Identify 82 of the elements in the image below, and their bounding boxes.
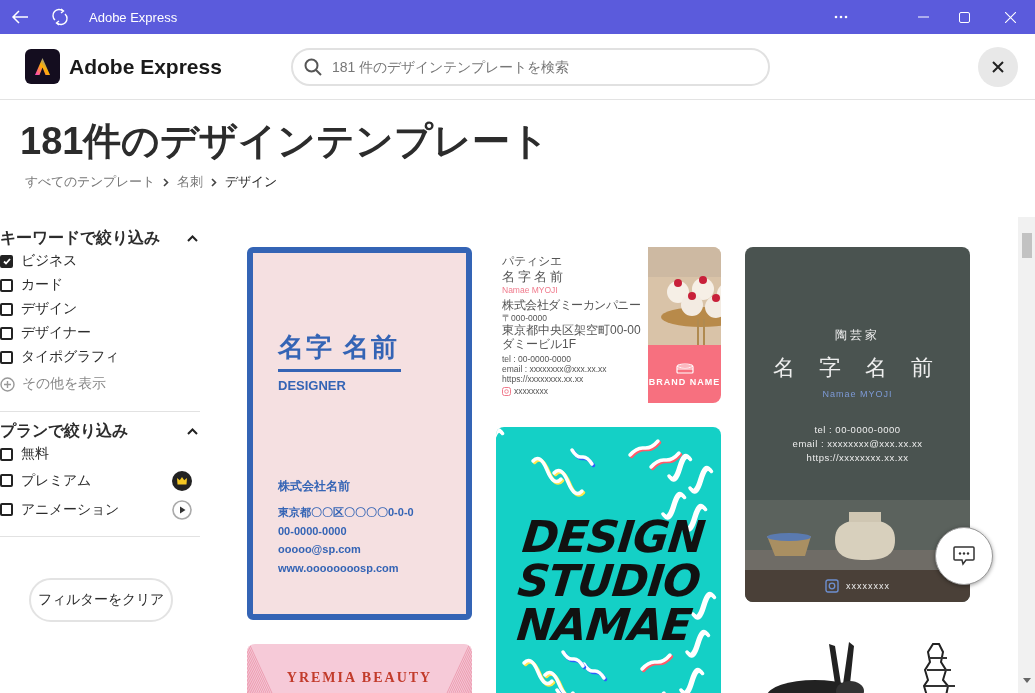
- checkbox[interactable]: [0, 278, 13, 292]
- filter-option-label[interactable]: 無料: [21, 445, 49, 463]
- card-contact: email : xxxxxxxx@xxx.xx.xx: [792, 437, 923, 451]
- cake-icon: [675, 361, 694, 374]
- card-company: 株式会社ダミーカンパニー: [502, 298, 641, 313]
- card-contact: tel : 00-0000-0000: [813, 423, 902, 437]
- template-card[interactable]: DESIGN STUDIO NAMAE: [496, 427, 721, 693]
- chevron-icon: [163, 177, 169, 187]
- template-card[interactable]: YREMIA BEAUTY: [247, 644, 472, 693]
- clear-filters-button[interactable]: フィルターをクリア: [29, 578, 173, 622]
- search-icon: [303, 57, 322, 76]
- checkbox[interactable]: [0, 503, 13, 516]
- card-detail: ooooo@sp.com: [278, 542, 362, 557]
- app-name: Adobe Express: [69, 54, 222, 79]
- back-icon[interactable]: [11, 10, 29, 24]
- template-card[interactable]: 名字 名前 DESIGNER 株式会社名前 東京都〇〇区〇〇〇〇0-0-0 00-0000-0000 ooooo@sp.com www.oooooooosp.com: [247, 247, 472, 620]
- card-company: 株式会社名前: [278, 478, 351, 495]
- card-name: 名字 名前: [278, 331, 401, 364]
- card-brand-name: BRAND NAME: [648, 376, 721, 387]
- close-icon: [992, 60, 1004, 73]
- maximize-icon[interactable]: [959, 11, 970, 23]
- card-contact: email : xxxxxxxx@xxx.xx.xx: [502, 363, 608, 374]
- card-role: パティシエ: [502, 254, 563, 269]
- filter-option-label[interactable]: アニメーション: [21, 500, 119, 519]
- checkbox[interactable]: [0, 350, 13, 364]
- card-romaji: Namae MYOJI: [502, 285, 559, 296]
- app-logo-icon[interactable]: [25, 49, 60, 84]
- card-handle: xxxxxxxx: [514, 386, 548, 397]
- crown-icon: [172, 470, 192, 491]
- filter-option-label[interactable]: デザイナー: [21, 324, 91, 342]
- card-romaji: Namae MYOJI: [822, 389, 893, 399]
- card-name: 名字名前: [502, 269, 567, 285]
- checkbox[interactable]: [0, 447, 13, 461]
- card-detail: 00-0000-0000: [278, 523, 348, 539]
- card-name: 名 字 名 前: [772, 354, 943, 382]
- card-brand-name: YREMIA BEAUTY: [286, 670, 433, 687]
- filter-heading: プランで絞り込み: [0, 420, 128, 441]
- checkbox[interactable]: [0, 302, 13, 316]
- collapse-chevron-icon[interactable]: [187, 234, 198, 242]
- scroll-down-icon[interactable]: [1022, 678, 1031, 683]
- card-detail: 東京都〇〇区〇〇〇〇0-0-0: [278, 505, 415, 520]
- card-address: 〒000-0000: [502, 312, 548, 323]
- card-address: 東京都中央区架空町00-00ダミービル1F: [502, 322, 642, 352]
- template-card[interactable]: 陶芸家 名 字 名 前 Namae MYOJI tel : 00-0000-0000 email : xxxxxxxx@xxx.xx.xx https://xxxxxxxx.xx.xx xxxxxxxx: [745, 247, 970, 602]
- card-detail: www.oooooooosp.com: [278, 560, 400, 576]
- card-job-title: DESIGNER: [278, 378, 347, 393]
- filter-option-label[interactable]: ビジネス: [21, 252, 77, 270]
- breadcrumb-link[interactable]: 名刺: [177, 173, 203, 191]
- window-title: Adobe Express: [89, 9, 178, 25]
- collapse-chevron-icon[interactable]: [187, 427, 198, 435]
- checkbox[interactable]: [0, 326, 13, 340]
- chat-icon: [953, 546, 975, 566]
- card-contact: https://xxxxxxxx.xx.xx: [502, 373, 585, 385]
- search-field[interactable]: 181 件のデザインテンプレートを検索: [290, 47, 770, 86]
- refresh-icon[interactable]: [52, 8, 68, 26]
- checkbox[interactable]: [0, 254, 13, 268]
- close-icon[interactable]: [1005, 11, 1016, 23]
- checkbox[interactable]: [0, 474, 13, 487]
- card-contact: tel : 00-0000-0000: [502, 353, 572, 364]
- page-title: 181件のデザインテンプレート: [20, 119, 551, 164]
- filter-option-label[interactable]: プレミアム: [21, 471, 91, 490]
- scrollbar[interactable]: [1018, 217, 1035, 693]
- plus-circle-icon: [0, 376, 15, 392]
- scrollbar-thumb[interactable]: [1021, 233, 1032, 258]
- card-title: DESIGN STUDIO NAMAE: [513, 515, 707, 648]
- filter-heading: キーワードで絞り込み: [0, 227, 160, 248]
- filter-option-label[interactable]: タイポグラフィ: [21, 348, 119, 366]
- breadcrumb-link[interactable]: デザイン: [225, 173, 277, 191]
- card-contact: https://xxxxxxxx.xx.xx: [805, 451, 910, 465]
- filter-option-label[interactable]: デザイン: [21, 300, 77, 318]
- card-handle: xxxxxxxx: [846, 581, 890, 591]
- breadcrumb-link[interactable]: すべてのテンプレート: [25, 173, 155, 191]
- instagram-icon: [825, 579, 839, 593]
- more-icon[interactable]: [834, 15, 848, 19]
- show-more-link[interactable]: その他を表示: [22, 375, 106, 393]
- instagram-icon: [502, 386, 511, 396]
- chevron-icon: [211, 177, 217, 187]
- play-icon: [172, 499, 192, 520]
- close-button[interactable]: [978, 46, 1018, 87]
- checkmark-icon: [2, 257, 11, 265]
- card-role: 陶芸家: [835, 327, 880, 344]
- filter-option-label[interactable]: カード: [21, 276, 63, 294]
